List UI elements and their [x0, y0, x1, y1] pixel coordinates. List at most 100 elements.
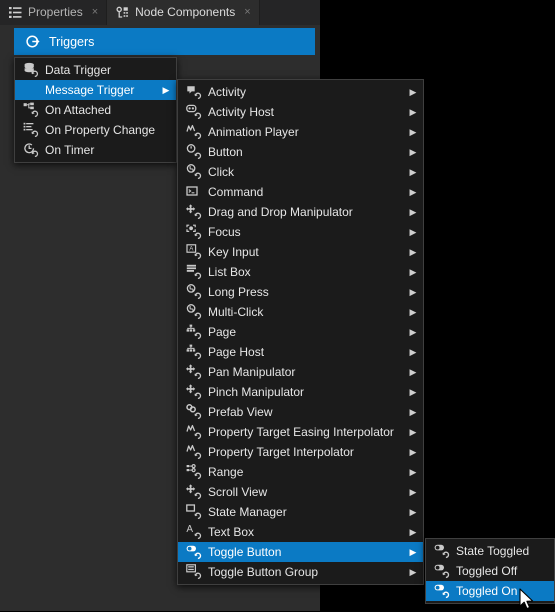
menu-item-label: Activity — [208, 85, 247, 99]
animation-player-icon — [184, 124, 203, 140]
menu-item-button[interactable]: Button ▶ — [178, 142, 423, 162]
trigger-icon — [26, 34, 41, 49]
chevron-right-icon: ▶ — [409, 247, 417, 257]
chevron-right-icon: ▶ — [409, 87, 417, 97]
range-icon — [184, 464, 203, 480]
chevron-right-icon: ▶ — [409, 147, 417, 157]
menu-item-animation-player[interactable]: Animation Player ▶ — [178, 122, 423, 142]
menu-item-activity-host[interactable]: Activity Host ▶ — [178, 102, 423, 122]
focus-icon — [184, 224, 203, 240]
menu-item-property-target-easing-interpolator[interactable]: Property Target Easing Interpolator ▶ — [178, 422, 423, 442]
menu-item-message-trigger[interactable]: Message Trigger ▶ — [15, 80, 176, 100]
menu-item-drag-and-drop-manipulator[interactable]: Drag and Drop Manipulator ▶ — [178, 202, 423, 222]
menu-item-long-press[interactable]: Long Press ▶ — [178, 282, 423, 302]
chevron-right-icon: ▶ — [409, 187, 417, 197]
drag-drop-manipulator-icon — [184, 204, 203, 220]
menu-item-label: Pinch Manipulator — [208, 385, 305, 399]
menu-item-data-trigger[interactable]: Data Trigger — [15, 60, 176, 80]
toggle-button-icon — [432, 583, 451, 599]
menu-item-label: Scroll View — [208, 485, 268, 499]
chevron-right-icon: ▶ — [409, 487, 417, 497]
menu-item-label: State Toggled — [456, 544, 530, 558]
app-root: Properties × Node Components × Triggers … — [0, 0, 555, 611]
tab-node-components[interactable]: Node Components × — [107, 0, 260, 25]
triggers-header[interactable]: Triggers — [14, 28, 315, 55]
data-trigger-icon — [21, 62, 40, 78]
svg-text:A: A — [189, 245, 194, 252]
toggle-button-menu: State Toggled Toggled Off Toggled On — [425, 538, 555, 604]
menu-item-page[interactable]: Page ▶ — [178, 322, 423, 342]
menu-item-toggle-button-group[interactable]: Toggle Button Group ▶ — [178, 562, 423, 582]
menu-item-toggled-on[interactable]: Toggled On — [426, 581, 554, 601]
on-timer-icon — [21, 142, 40, 158]
toggle-button-icon — [432, 563, 451, 579]
menu-item-label: Pan Manipulator — [208, 365, 296, 379]
menu-item-state-manager[interactable]: State Manager ▶ — [178, 502, 423, 522]
on-property-change-icon — [21, 122, 40, 138]
close-icon[interactable]: × — [92, 7, 98, 18]
chevron-right-icon: ▶ — [409, 327, 417, 337]
menu-item-label: Focus — [208, 225, 241, 239]
menu-item-label: On Attached — [45, 103, 112, 117]
menu-item-label: Drag and Drop Manipulator — [208, 205, 353, 219]
menu-item-label: Animation Player — [208, 125, 299, 139]
tab-strip: Properties × Node Components × — [0, 0, 320, 25]
chevron-right-icon: ▶ — [409, 447, 417, 457]
list-icon — [9, 6, 22, 19]
menu-item-click[interactable]: Click ▶ — [178, 162, 423, 182]
menu-item-list-box[interactable]: List Box ▶ — [178, 262, 423, 282]
text-box-icon: A — [184, 524, 203, 540]
tab-properties[interactable]: Properties × — [0, 0, 108, 25]
chevron-right-icon: ▶ — [409, 127, 417, 137]
key-input-icon: A — [184, 244, 203, 260]
menu-item-on-timer[interactable]: On Timer — [15, 140, 176, 160]
menu-item-page-host[interactable]: Page Host ▶ — [178, 342, 423, 362]
command-icon — [184, 184, 203, 200]
menu-item-label: Property Target Interpolator — [208, 445, 354, 459]
chevron-right-icon: ▶ — [409, 207, 417, 217]
menu-item-multi-click[interactable]: Multi-Click ▶ — [178, 302, 423, 322]
svg-text:A: A — [186, 524, 193, 535]
menu-item-toggled-off[interactable]: Toggled Off — [426, 561, 554, 581]
menu-item-label: List Box — [208, 265, 251, 279]
chevron-right-icon: ▶ — [409, 567, 417, 577]
state-manager-icon — [184, 504, 203, 520]
menu-item-label: Multi-Click — [208, 305, 264, 319]
chevron-right-icon: ▶ — [409, 547, 417, 557]
menu-item-command[interactable]: Command ▶ — [178, 182, 423, 202]
click-icon — [184, 164, 203, 180]
menu-item-text-box[interactable]: A Text Box ▶ — [178, 522, 423, 542]
menu-item-scroll-view[interactable]: Scroll View ▶ — [178, 482, 423, 502]
menu-item-label: Data Trigger — [45, 63, 112, 77]
menu-item-label: Page — [208, 325, 237, 339]
menu-item-prefab-view[interactable]: Prefab View ▶ — [178, 402, 423, 422]
chevron-right-icon: ▶ — [409, 407, 417, 417]
menu-item-label: Prefab View — [208, 405, 273, 419]
menu-item-key-input[interactable]: A Key Input ▶ — [178, 242, 423, 262]
menu-item-pan-manipulator[interactable]: Pan Manipulator ▶ — [178, 362, 423, 382]
tab-node-components-label: Node Components — [135, 5, 236, 19]
chevron-right-icon: ▶ — [409, 227, 417, 237]
menu-item-on-property-change[interactable]: On Property Change — [15, 120, 176, 140]
menu-item-label: Property Target Easing Interpolator — [208, 425, 394, 439]
menu-item-on-attached[interactable]: On Attached — [15, 100, 176, 120]
triggers-menu: Data Trigger Message Trigger ▶ On Attach… — [14, 57, 177, 163]
property-target-easing-interpolator-icon — [184, 424, 203, 440]
activity-host-icon — [184, 104, 203, 120]
button-icon — [184, 144, 203, 160]
menu-item-pinch-manipulator[interactable]: Pinch Manipulator ▶ — [178, 382, 423, 402]
close-icon[interactable]: × — [244, 7, 250, 18]
on-attached-icon — [21, 102, 40, 118]
chevron-right-icon: ▶ — [409, 367, 417, 377]
menu-item-label: Toggle Button — [208, 545, 282, 559]
menu-item-label: Button — [208, 145, 243, 159]
menu-item-range[interactable]: Range ▶ — [178, 462, 423, 482]
menu-item-label: Command — [208, 185, 264, 199]
menu-item-toggle-button[interactable]: Toggle Button ▶ — [178, 542, 423, 562]
menu-item-state-toggled[interactable]: State Toggled — [426, 541, 554, 561]
menu-item-focus[interactable]: Focus ▶ — [178, 222, 423, 242]
menu-item-property-target-interpolator[interactable]: Property Target Interpolator ▶ — [178, 442, 423, 462]
multi-click-icon — [184, 304, 203, 320]
menu-item-activity[interactable]: Activity ▶ — [178, 82, 423, 102]
pinch-manipulator-icon — [184, 384, 203, 400]
